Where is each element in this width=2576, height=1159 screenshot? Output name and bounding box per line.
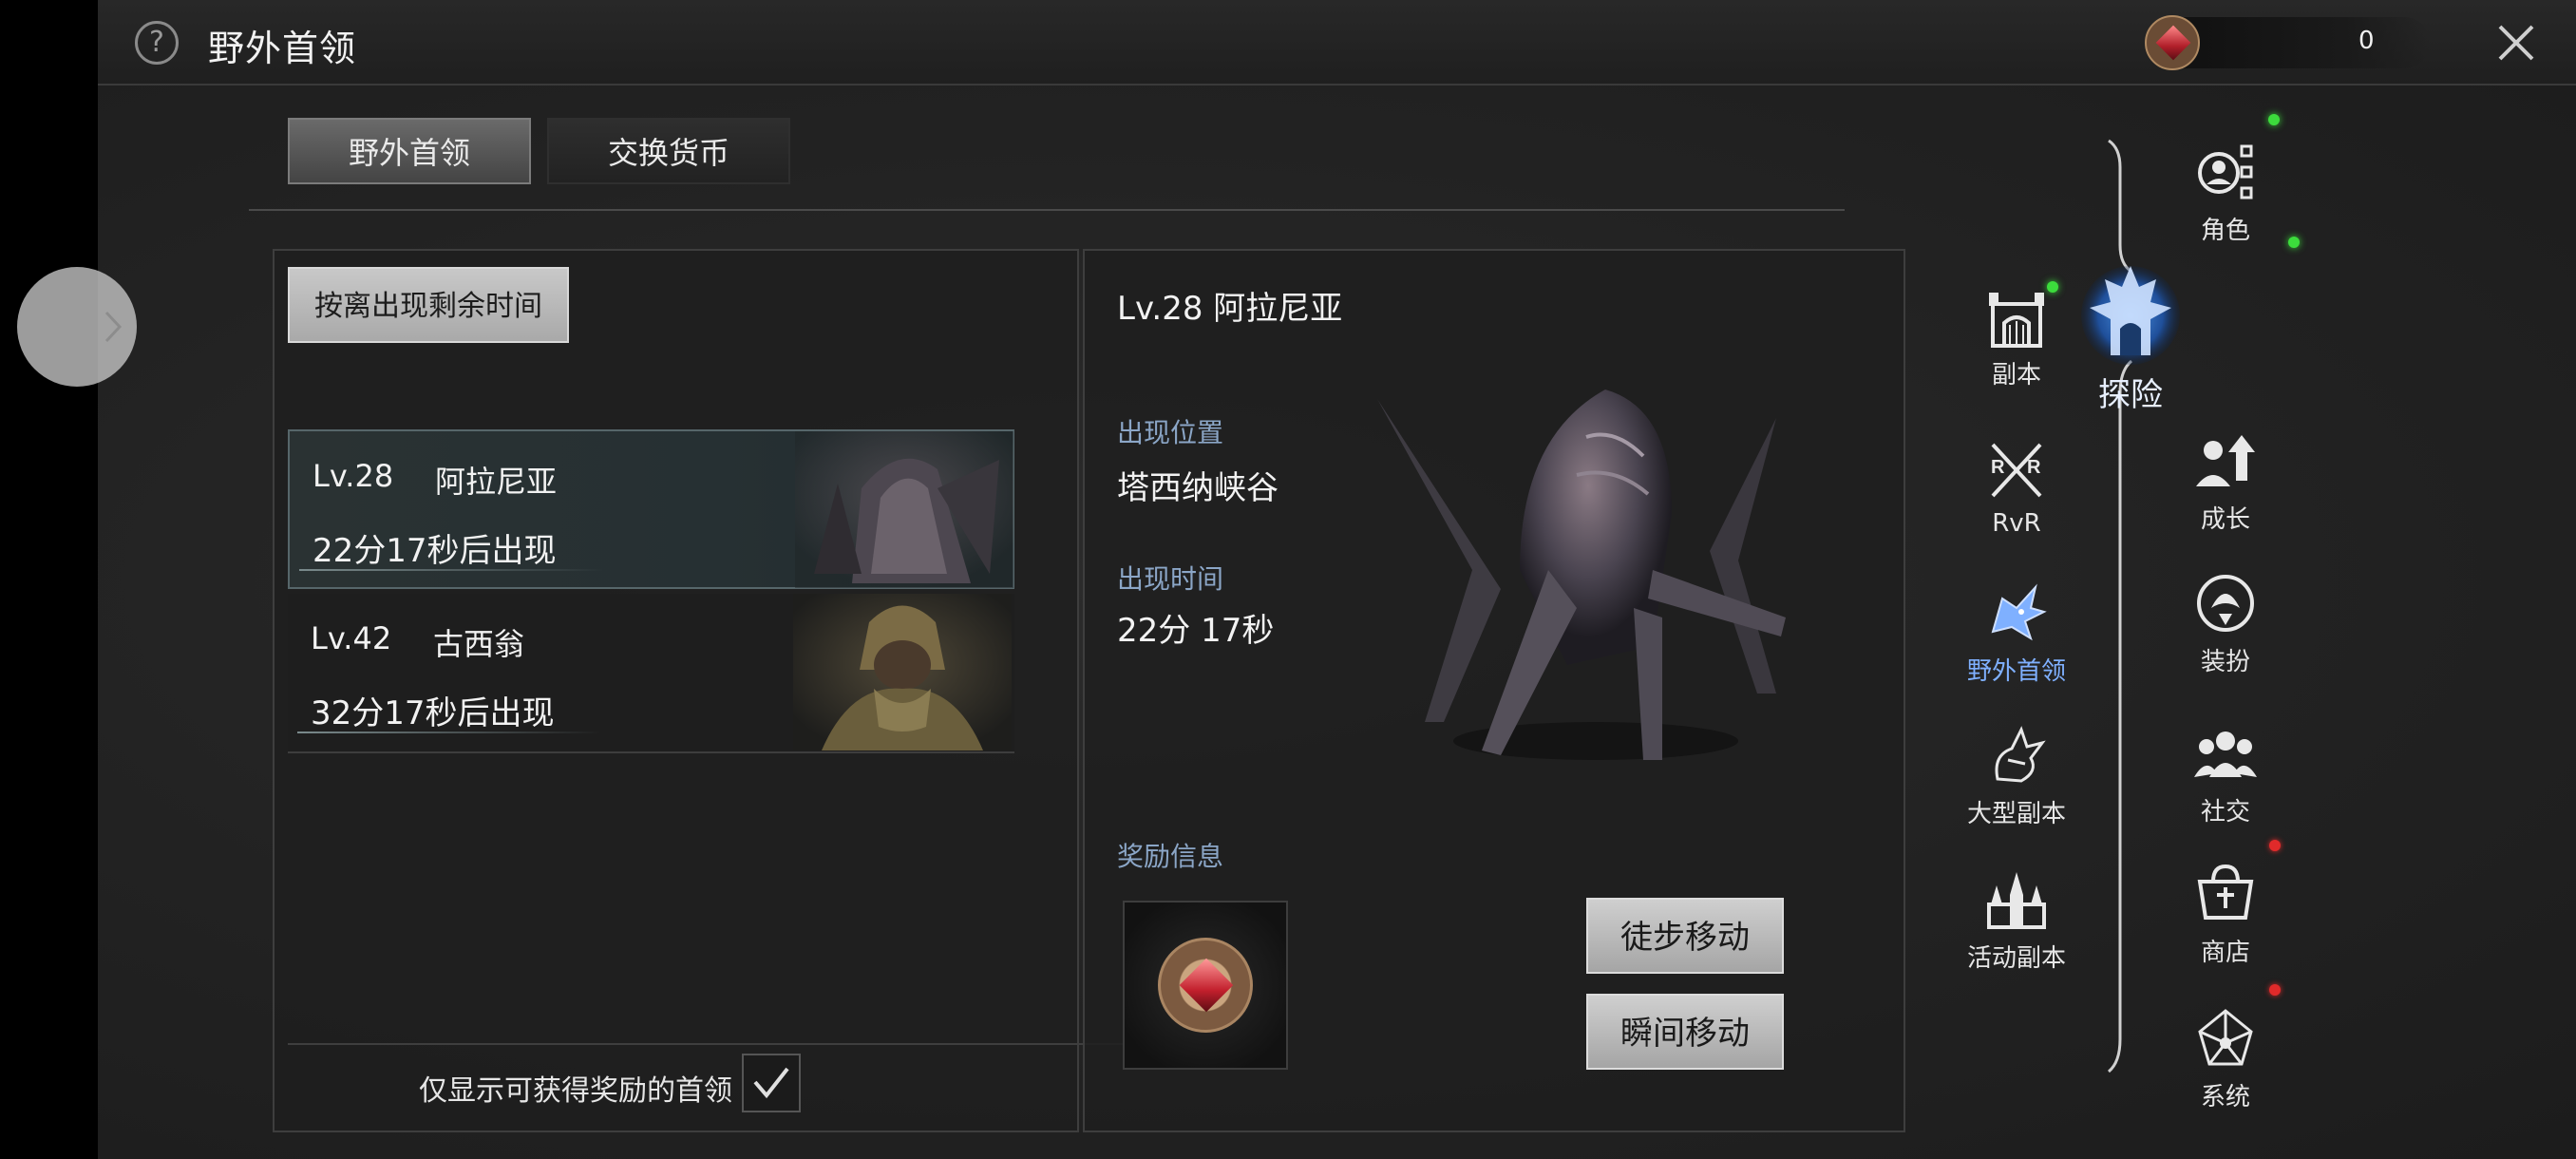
dragon-icon [1995, 726, 2046, 783]
boss-name: 古西翁 [433, 626, 525, 662]
walk-move-button[interactable]: 徒步移动 [1586, 898, 1784, 974]
notification-dot [2288, 237, 2300, 248]
time-label: 出现时间 [1117, 563, 1224, 595]
currency-amount: 0 [2358, 27, 2375, 55]
page-title: 野外首领 [208, 28, 357, 69]
nav-event-dungeon[interactable]: 活动副本 [1950, 866, 2083, 974]
nav-label: 成长 [2200, 505, 2250, 534]
explore-emblem-icon[interactable] [2080, 260, 2181, 369]
boss-level: Lv.42 [311, 620, 392, 656]
nav-dungeon[interactable]: 副本 [1950, 283, 2083, 390]
nav-label: 商店 [2200, 939, 2250, 967]
crossed-swords-icon: R R [1991, 443, 2042, 498]
side-drawer-handle[interactable] [17, 267, 137, 387]
nav-field-boss[interactable]: 野外首领 [1950, 580, 2083, 687]
nav-label: 活动副本 [1966, 944, 2066, 973]
nav-label: 大型副本 [1966, 800, 2066, 828]
red-gem-reward-icon [1158, 938, 1253, 1033]
costume-icon [2197, 575, 2254, 632]
boss-spawn-time: 22分17秒后出现 [313, 532, 557, 570]
tab-field-boss[interactable]: 野外首领 [288, 118, 531, 184]
character-tree-icon [2198, 144, 2253, 200]
nav-growth[interactable]: 成长 [2159, 428, 2292, 535]
tab-exchange-currency[interactable]: 交换货币 [547, 118, 790, 184]
boss-portrait-hooded [793, 594, 1012, 750]
shop-icon [2197, 864, 2254, 920]
boss-portrait-spider [795, 431, 1013, 588]
bracket-divider [2107, 359, 2133, 1074]
help-icon[interactable]: ? [135, 21, 179, 65]
nav-label: 野外首领 [1966, 657, 2066, 686]
spires-icon [1987, 872, 2046, 929]
top-bar: ? 野外首领 0 [98, 0, 2576, 86]
detail-title: Lv.28 阿拉尼亚 [1117, 290, 1343, 328]
nav-rvr[interactable]: R R RvR [1950, 437, 2083, 538]
nav-label-explore: 探险 [2098, 376, 2163, 414]
divider [297, 732, 601, 733]
screen: ? 野外首领 0 野外首领 交换货币 按离出现剩余时间 Lv.28 阿拉尼亚 2… [0, 0, 2576, 1159]
system-network-icon [2198, 1009, 2253, 1066]
nav-character[interactable]: 角色 [2159, 139, 2292, 246]
nav-costume[interactable]: 装扮 [2159, 570, 2292, 677]
nav-label: 社交 [2200, 798, 2250, 826]
location-value: 塔西纳峡谷 [1117, 469, 1279, 507]
chevron-right-icon [104, 311, 123, 343]
nav-label: 系统 [2200, 1083, 2250, 1112]
notification-dot [2047, 281, 2058, 293]
boss-level: Lv.28 [313, 458, 394, 494]
nav-shop[interactable]: 商店 [2159, 861, 2292, 968]
svg-text:R: R [2027, 457, 2041, 478]
nav-label: RvR [1992, 509, 2041, 538]
notification-dot [2269, 840, 2281, 851]
reward-filter-checkbox[interactable] [742, 1054, 801, 1112]
svg-text:R: R [1991, 457, 2005, 478]
close-icon[interactable] [2494, 21, 2538, 65]
notification-dot [2268, 114, 2280, 125]
boss-name: 阿拉尼亚 [435, 464, 558, 500]
boss-list-item[interactable]: Lv.42 古西翁 32分17秒后出现 [288, 594, 1014, 753]
time-value: 22分 17秒 [1117, 612, 1275, 650]
checkmark-icon [753, 1067, 789, 1099]
nav-label: 副本 [1991, 361, 2041, 390]
growth-icon [2196, 435, 2255, 486]
nav-system[interactable]: 系统 [2159, 1005, 2292, 1112]
social-icon [2194, 732, 2257, 777]
red-gem-currency-icon [2145, 15, 2200, 70]
boss-spawn-time: 32分17秒后出现 [311, 694, 555, 732]
teleport-button[interactable]: 瞬间移动 [1586, 994, 1784, 1070]
divider [288, 1043, 1147, 1045]
dragon-head-icon [1991, 583, 2047, 641]
nav-label: 角色 [2200, 217, 2250, 245]
sort-by-time-button[interactable]: 按离出现剩余时间 [288, 267, 569, 343]
boss-list-item[interactable]: Lv.28 阿拉尼亚 22分17秒后出现 [288, 429, 1014, 589]
filter-label: 仅显示可获得奖励的首领 [419, 1074, 732, 1108]
divider [249, 209, 1845, 211]
divider [299, 569, 603, 571]
boss-model-image [1377, 390, 1786, 760]
nav-social[interactable]: 社交 [2159, 720, 2292, 827]
bracket-divider [2108, 139, 2132, 274]
notification-dot [2269, 984, 2281, 996]
nav-raid[interactable]: 大型副本 [1950, 722, 2083, 829]
location-label: 出现位置 [1117, 417, 1224, 448]
reward-label: 奖励信息 [1117, 841, 1224, 872]
nav-label: 装扮 [2200, 648, 2250, 676]
castle-gate-icon [1989, 293, 2044, 348]
